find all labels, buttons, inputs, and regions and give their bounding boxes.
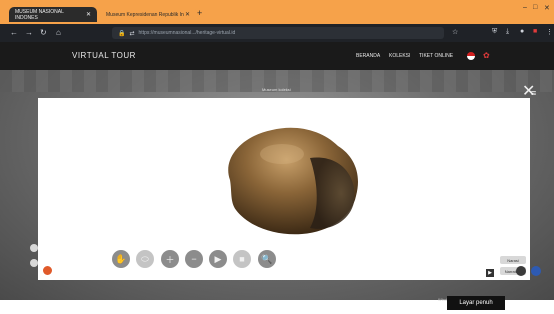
- zoom-out-control[interactable]: −: [185, 250, 203, 268]
- home-icon[interactable]: ⌂: [56, 28, 61, 37]
- menu-tiket-online[interactable]: TIKET ONLINE: [419, 53, 453, 59]
- play-control[interactable]: ▶: [209, 250, 227, 268]
- object-viewer[interactable]: ✋ ⬭ ＋ − ▶ ■ 🔍 Narasi Narration ▶: [38, 98, 530, 280]
- notification-icon[interactable]: ■: [533, 28, 537, 35]
- search-control[interactable]: 🔍: [258, 250, 276, 268]
- site-header: VIRTUAL TOUR BERANDA KOLEKSI TIKET ONLIN…: [0, 42, 554, 70]
- close-window-icon[interactable]: ✕: [544, 4, 550, 12]
- language-icon[interactable]: ✿: [483, 51, 492, 60]
- permissions-icon[interactable]: ⇄: [129, 30, 134, 37]
- plus-icon[interactable]: +: [197, 8, 202, 18]
- menu-beranda[interactable]: BERANDA: [356, 53, 380, 59]
- orbit-control[interactable]: ⬭: [136, 250, 154, 268]
- back-icon[interactable]: ←: [10, 28, 18, 37]
- lock-icon: 🔒: [118, 30, 126, 37]
- menu-icon[interactable]: ⋮: [546, 28, 553, 36]
- share-icon[interactable]: [516, 266, 526, 276]
- forward-icon[interactable]: →: [25, 28, 33, 37]
- star-icon[interactable]: ☆: [452, 28, 458, 36]
- profile-icon[interactable]: ●: [520, 28, 524, 35]
- tab-museum-nasional[interactable]: MUSEUM NASIONAL INDONES ✕: [9, 7, 97, 22]
- collection-label: Museum koleksi: [262, 87, 291, 92]
- narration-play-icon[interactable]: ▶: [486, 269, 494, 277]
- close-icon[interactable]: ✕: [86, 11, 91, 18]
- minimize-icon[interactable]: –: [523, 4, 527, 11]
- info-icon[interactable]: [30, 244, 38, 252]
- hand-control[interactable]: ✋: [112, 250, 130, 268]
- record-icon[interactable]: [42, 265, 53, 276]
- url-bar[interactable]: 🔒 ⇄ https://museumnasional.../heritage-v…: [112, 27, 444, 39]
- brand-title[interactable]: VIRTUAL TOUR: [72, 51, 136, 60]
- tab-label: MUSEUM NASIONAL INDONES: [15, 8, 64, 21]
- url-text: https://museumnasional.../heritage-virtu…: [138, 30, 236, 36]
- stop-control[interactable]: ■: [233, 250, 251, 268]
- extensions-icon[interactable]: ⛨: [492, 28, 497, 36]
- maximize-icon[interactable]: □: [533, 4, 537, 11]
- close-icon[interactable]: ✕: [185, 11, 190, 18]
- map-icon[interactable]: [30, 259, 38, 267]
- fullscreen-icon[interactable]: [531, 266, 541, 276]
- browser-toolbar: ← → ↻ ⌂ ◇ 🔒 ⇄ https://museumnasional.../…: [0, 24, 554, 42]
- indonesia-flag-icon[interactable]: [467, 52, 475, 60]
- hamburger-menu-icon[interactable]: ≡: [531, 88, 536, 98]
- rock-artifact[interactable]: [190, 118, 380, 238]
- download-icon[interactable]: ⤓: [506, 28, 509, 36]
- browser-tab-bar: MUSEUM NASIONAL INDONES ✕ Museum Kepresi…: [0, 0, 554, 24]
- zoom-in-control[interactable]: ＋: [161, 250, 179, 268]
- tab-museum-kepresidenan[interactable]: Museum Kepresidenan Republik In ✕: [100, 7, 196, 22]
- fullscreen-tooltip: Layar penuh: [447, 296, 505, 310]
- tab-label: Museum Kepresidenan Republik In: [106, 11, 184, 18]
- menu-koleksi[interactable]: KOLEKSI: [389, 53, 410, 59]
- narasi-button[interactable]: Narasi: [500, 256, 526, 264]
- refresh-icon[interactable]: ↻: [40, 28, 47, 37]
